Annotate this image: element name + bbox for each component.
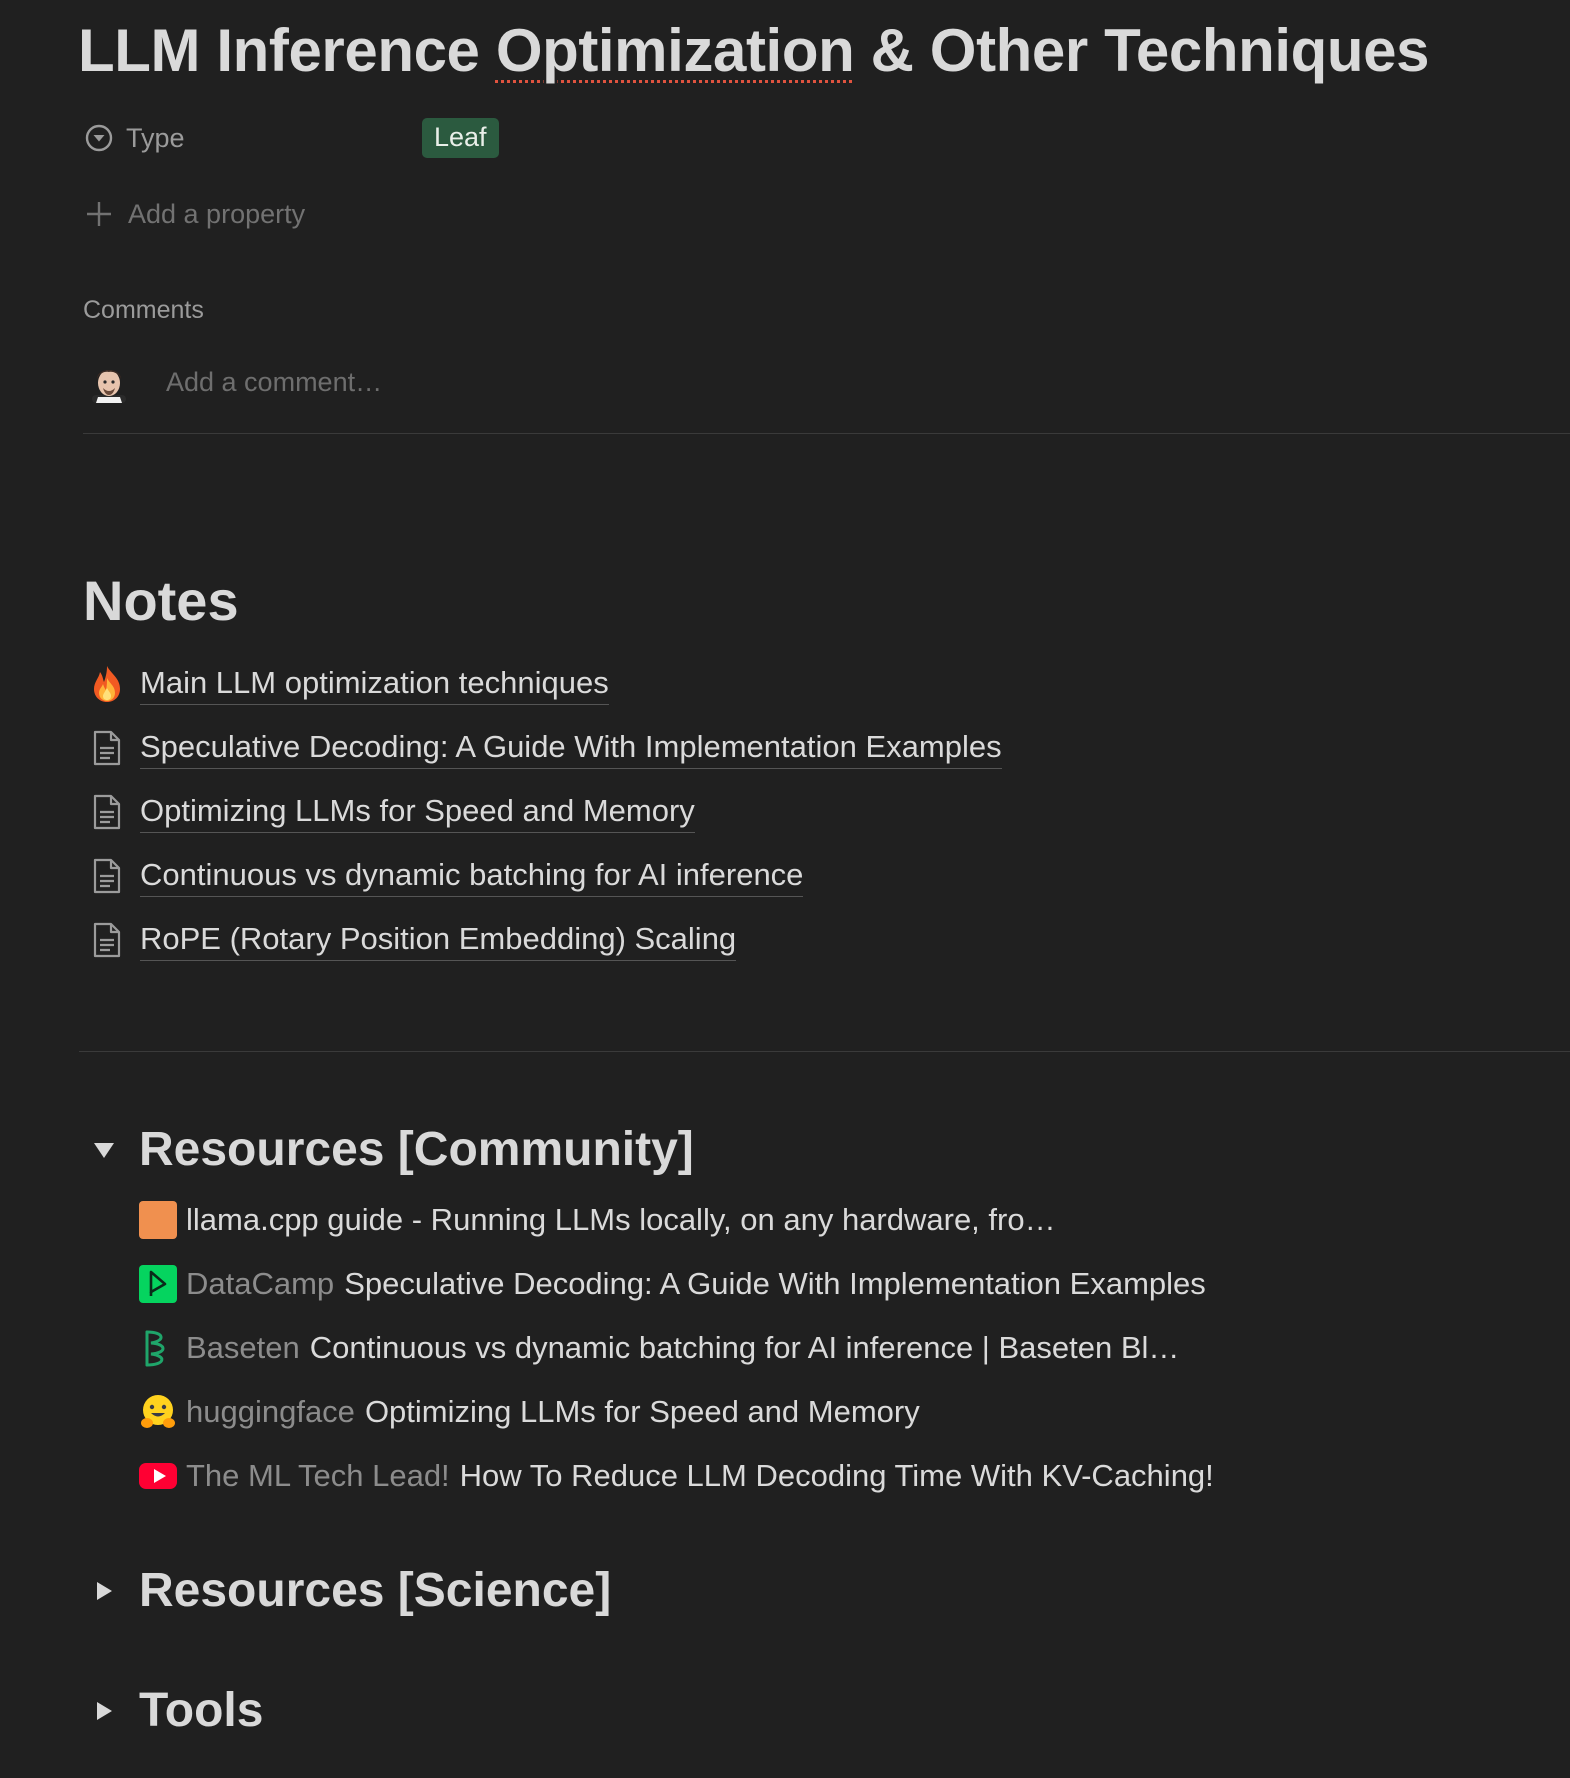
note-item-1[interactable]: Main LLM optimization techniques [88,659,609,709]
resource-source: huggingface [186,1394,355,1429]
hugging-face-icon [139,1393,177,1431]
resource-item-4[interactable]: huggingface Optimizing LLMs for Speed an… [139,1389,920,1435]
note-link[interactable]: Continuous vs dynamic batching for AI in… [140,856,804,897]
baseten-icon [139,1329,177,1367]
resource-title[interactable]: llama.cpp guide - Running LLMs locally, … [186,1202,1056,1238]
note-link[interactable]: Speculative Decoding: A Guide With Imple… [140,728,1002,769]
add-property-label: Add a property [128,198,306,229]
page-icon [88,920,126,960]
property-type-label[interactable]: Type [126,123,422,154]
notes-heading: Notes [83,569,239,632]
page-icon [88,728,126,768]
add-property-button[interactable]: Add a property [84,194,305,234]
note-link[interactable]: Main LLM optimization techniques [140,664,609,705]
resource-title[interactable]: Continuous vs dynamic batching for AI in… [310,1330,1180,1366]
resource-source: The ML Tech Lead! [186,1458,450,1493]
note-item-4[interactable]: Continuous vs dynamic batching for AI in… [88,851,804,901]
select-property-icon [84,123,114,153]
note-item-3[interactable]: Optimizing LLMs for Speed and Memory [88,787,695,837]
note-item-2[interactable]: Speculative Decoding: A Guide With Imple… [88,723,1002,773]
resources-science-heading: Resources [Science] [139,1564,612,1617]
fire-icon [88,664,126,704]
title-misspelled-word: Optimization [495,17,855,84]
resources-community-heading: Resources [Community] [139,1123,694,1176]
resource-item-1[interactable]: llama.cpp guide - Running LLMs locally, … [139,1197,1056,1243]
property-type-row: Type Leaf [84,116,1084,160]
divider [79,1051,1570,1052]
avatar [90,361,128,403]
comment-row [90,358,766,406]
note-link[interactable]: RoPE (Rotary Position Embedding) Scaling [140,920,737,961]
page-icon [88,792,126,832]
title-part-2: & Other Techniques [854,17,1430,84]
triangle-right-icon[interactable] [92,1579,116,1603]
datacamp-icon [139,1265,177,1303]
youtube-icon [139,1457,177,1495]
triangle-down-icon[interactable] [92,1138,116,1162]
toggle-resources-community[interactable]: Resources [Community] [92,1120,694,1180]
page-icon [88,856,126,896]
resource-title[interactable]: Speculative Decoding: A Guide With Imple… [344,1266,1206,1302]
divider [83,433,1570,434]
tools-heading: Tools [139,1684,264,1737]
triangle-right-icon[interactable] [92,1699,116,1723]
resource-source: Baseten [186,1330,300,1365]
resource-item-5[interactable]: The ML Tech Lead! How To Reduce LLM Deco… [139,1453,1214,1499]
comment-input[interactable] [166,366,766,398]
note-link[interactable]: Optimizing LLMs for Speed and Memory [140,792,695,833]
resource-source: DataCamp [186,1266,335,1301]
resource-item-3[interactable]: Baseten Continuous vs dynamic batching f… [139,1325,1179,1371]
plus-icon [84,199,114,229]
orange-square-icon [139,1201,177,1239]
toggle-tools[interactable]: Tools [92,1681,263,1741]
page-title[interactable]: LLM Inference Optimization & Other Techn… [78,10,1429,92]
title-part-1: LLM Inference [78,17,496,84]
comments-label: Comments [83,296,204,324]
note-item-5[interactable]: RoPE (Rotary Position Embedding) Scaling [88,915,737,965]
notion-page: LLM Inference Optimization & Other Techn… [0,0,1570,1778]
resource-item-2[interactable]: DataCamp Speculative Decoding: A Guide W… [139,1261,1206,1307]
resource-title[interactable]: Optimizing LLMs for Speed and Memory [365,1394,920,1430]
resource-title[interactable]: How To Reduce LLM Decoding Time With KV-… [460,1458,1214,1494]
type-tag[interactable]: Leaf [422,118,499,158]
toggle-resources-science[interactable]: Resources [Science] [92,1561,611,1621]
